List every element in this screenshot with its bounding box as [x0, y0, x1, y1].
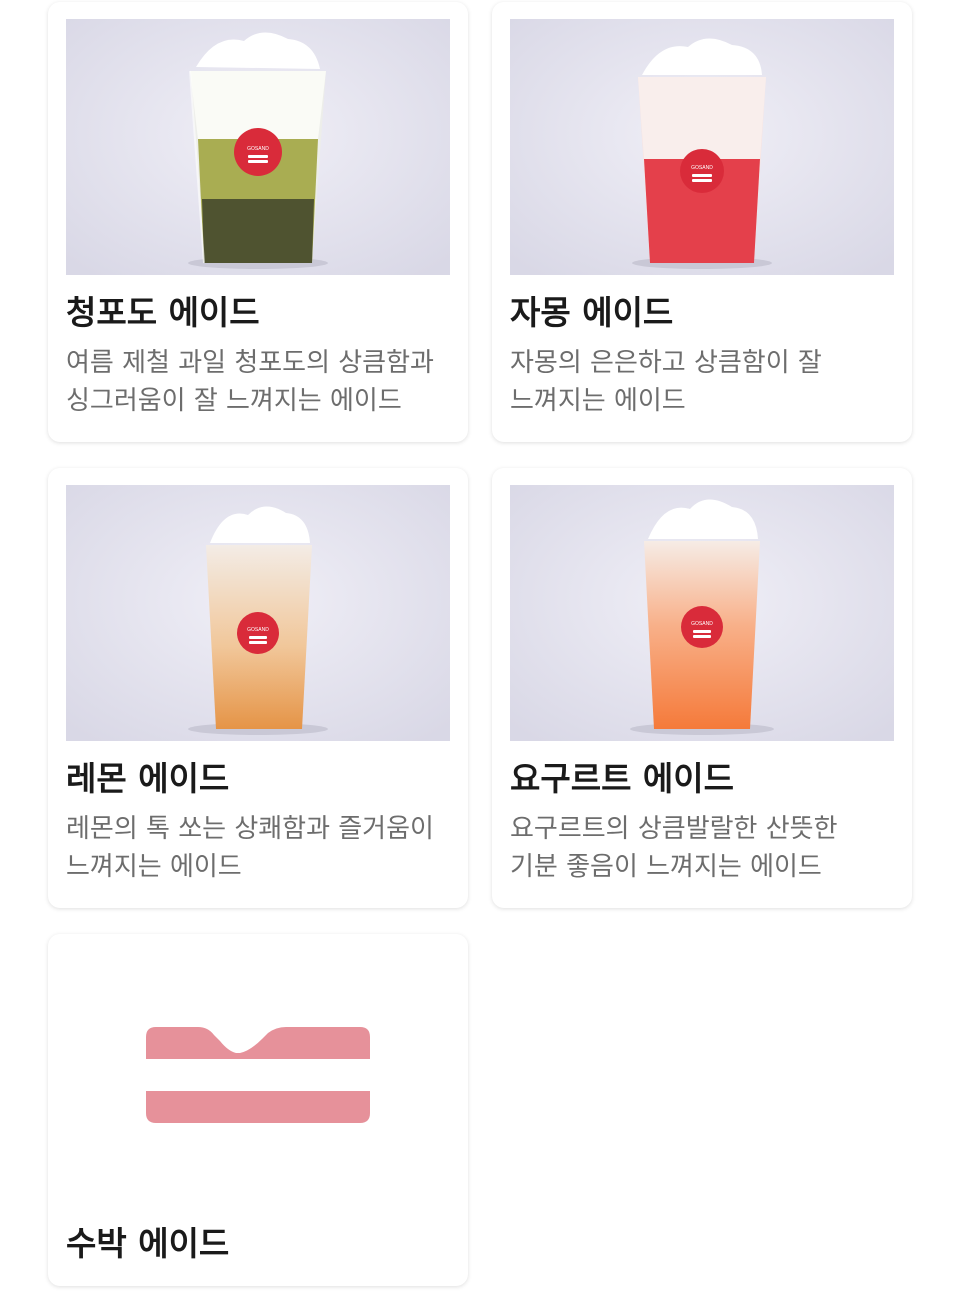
menu-card-grapefruit-ade[interactable]: GOSAND 자몽 에이드 자몽의 은은하고 상큼함이 잘 느껴지는 에이드 — [492, 2, 912, 442]
menu-card-yogurt-ade[interactable]: GOSAND 요구르트 에이드 요구르트의 상큼발랄한 산뜻한 기분 좋음이 느… — [492, 468, 912, 908]
description-line: 자몽의 은은하고 상큼함이 잘 — [510, 348, 822, 378]
description-line: 요구르트의 상큼발랄한 산뜻한 — [510, 814, 838, 844]
yogurt-ade-photo: GOSAND — [510, 485, 894, 741]
lemon-ade-photo: GOSAND — [66, 485, 450, 741]
description-line: 느껴지는 에이드 — [510, 386, 686, 416]
svg-text:GOSAND: GOSAND — [247, 627, 269, 633]
menu-card-watermelon-ade[interactable]: 수박 에이드 — [48, 934, 468, 1286]
svg-text:GOSAND: GOSAND — [691, 621, 713, 627]
menu-card-lemon-ade[interactable]: GOSAND 레몬 에이드 레몬의 톡 쏘는 상쾌함과 즐거움이 느껴지는 에이… — [48, 468, 468, 908]
gosand-logo-placeholder — [146, 1027, 370, 1129]
description-line: 기분 좋음이 느껴지는 에이드 — [510, 852, 822, 882]
menu-item-title: 자몽 에이드 — [510, 293, 674, 332]
description-line: 느껴지는 에이드 — [66, 852, 242, 882]
menu-item-title: 수박 에이드 — [66, 1224, 230, 1263]
green-grape-ade-photo: GOSAND — [66, 19, 450, 275]
description-line: 여름 제철 과일 청포도의 상큼함과 — [66, 348, 434, 378]
menu-item-description: 레몬의 톡 쏘는 상쾌함과 즐거움이 느껴지는 에이드 — [66, 810, 458, 886]
svg-text:GOSAND: GOSAND — [691, 165, 713, 171]
menu-item-title: 레몬 에이드 — [66, 759, 230, 798]
menu-item-description: 요구르트의 상큼발랄한 산뜻한 기분 좋음이 느껴지는 에이드 — [510, 810, 902, 886]
grapefruit-ade-photo: GOSAND — [510, 19, 894, 275]
menu-item-description: 여름 제철 과일 청포도의 상큼함과 싱그러움이 잘 느껴지는 에이드 — [66, 344, 458, 420]
menu-item-description: 자몽의 은은하고 상큼함이 잘 느껴지는 에이드 — [510, 344, 902, 420]
menu-card-green-grape-ade[interactable]: GOSAND 청포도 에이드 여름 제철 과일 청포도의 상큼함과 싱그러움이 … — [48, 2, 468, 442]
menu-item-title: 청포도 에이드 — [66, 293, 260, 332]
svg-text:GOSAND: GOSAND — [247, 146, 269, 152]
description-line: 레몬의 톡 쏘는 상쾌함과 즐거움이 — [66, 814, 434, 844]
description-line: 싱그러움이 잘 느껴지는 에이드 — [66, 386, 402, 416]
menu-item-title: 요구르트 에이드 — [510, 759, 735, 798]
